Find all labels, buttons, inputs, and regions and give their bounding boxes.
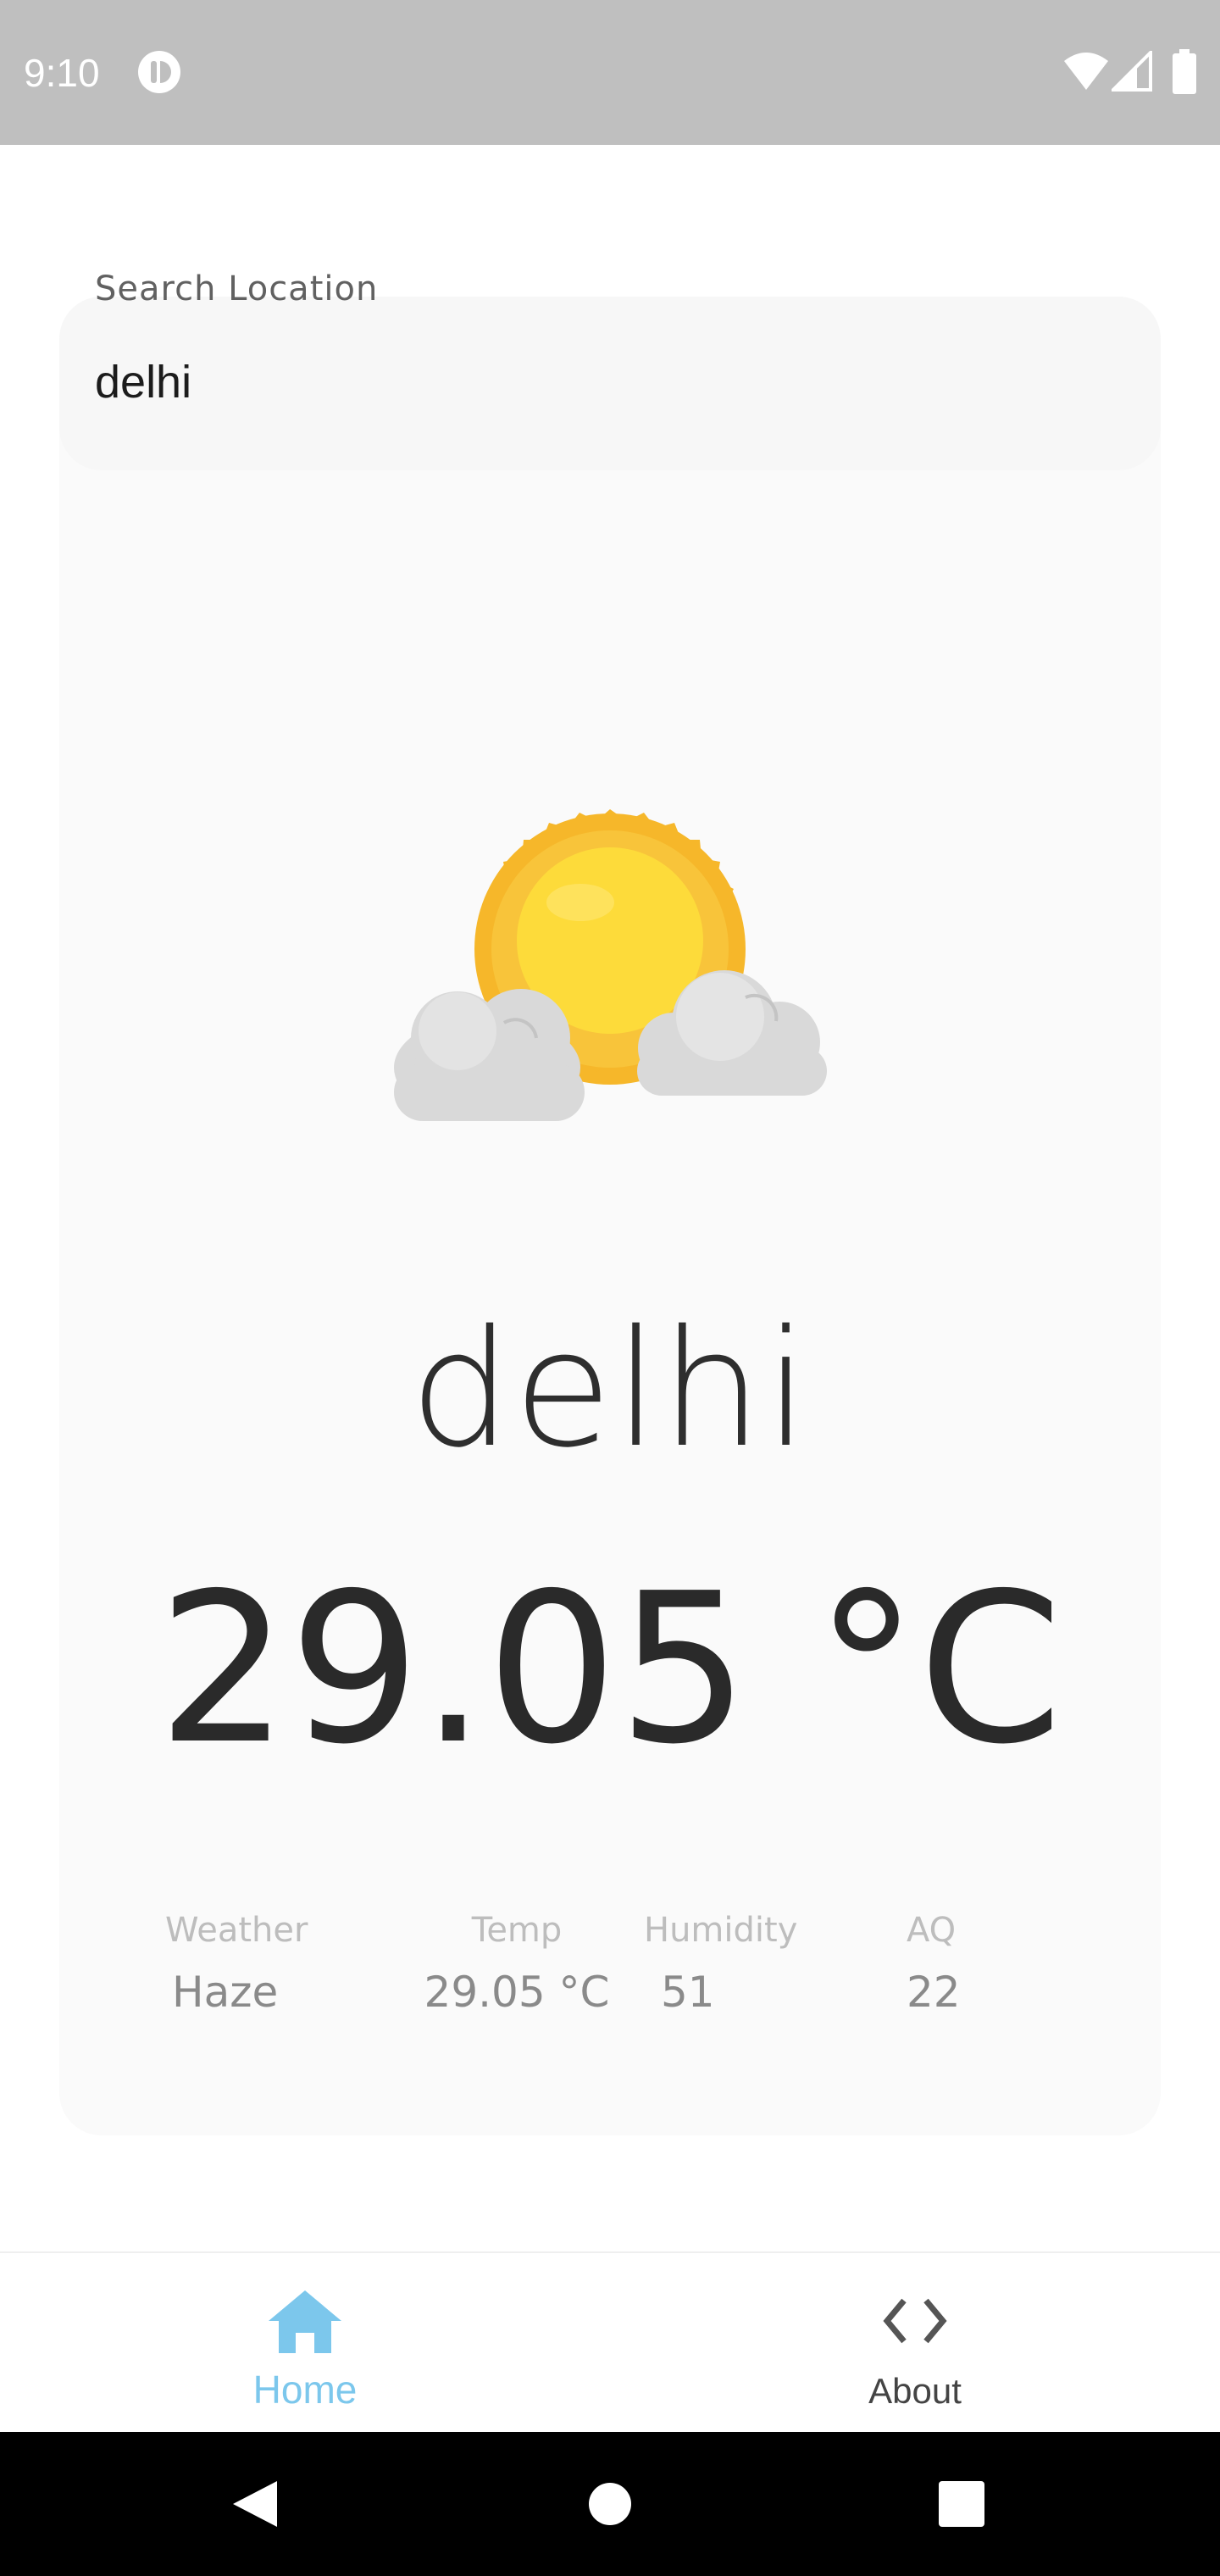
nav-label-about: About [868, 2371, 962, 2411]
wifi-icon [1064, 53, 1108, 90]
weather-card [59, 297, 1161, 2135]
nav-item-home[interactable]: Home [0, 2253, 610, 2434]
stat-weather: Weather Haze [165, 1907, 322, 2020]
stat-value: Haze [172, 1968, 279, 2017]
stat-value: 51 [661, 1968, 715, 2017]
stat-aq: AQ 22 [907, 1907, 983, 2020]
stat-label: Temp [471, 1911, 563, 1950]
stat-label: Weather [165, 1911, 308, 1950]
signal-icon [1112, 51, 1152, 92]
search-value[interactable]: delhi [95, 353, 191, 412]
temperature-display: 29.05 °C [157, 1549, 1063, 1790]
search-input[interactable] [59, 297, 1161, 470]
stat-value: 29.05 °C [424, 1968, 610, 2017]
home-circle-icon[interactable] [580, 2474, 640, 2534]
stat-humidity: Humidity 51 [644, 1907, 813, 2020]
code-icon [883, 2298, 947, 2344]
stat-label: Humidity [644, 1911, 798, 1950]
nav-label-home: Home [252, 2368, 358, 2412]
stat-label: AQ [907, 1911, 957, 1950]
system-navigation-bar [0, 2432, 1220, 2576]
city-name: delhi [409, 1296, 811, 1483]
battery-icon [1173, 49, 1196, 94]
home-icon [269, 2290, 341, 2353]
nav-item-about[interactable]: About [610, 2253, 1220, 2434]
bottom-navigation: Home About [0, 2251, 1220, 2434]
stat-value: 22 [907, 1968, 961, 2017]
recents-icon[interactable] [932, 2474, 991, 2534]
app-notification-icon [138, 51, 180, 93]
status-bar: 9:10 [0, 0, 1220, 145]
back-icon[interactable] [225, 2474, 284, 2534]
search-label: Search Location [95, 269, 379, 308]
partly-cloudy-sun-icon [394, 809, 827, 1121]
status-time: 9:10 [24, 51, 100, 95]
stat-temp: Temp 29.05 °C [415, 1907, 618, 2020]
